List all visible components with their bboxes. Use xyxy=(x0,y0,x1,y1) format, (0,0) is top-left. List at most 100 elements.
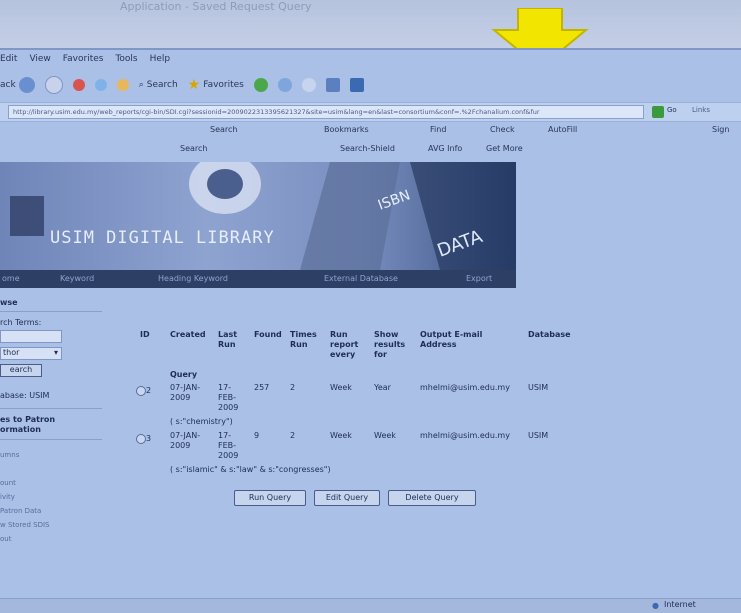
links-label[interactable]: Links xyxy=(692,106,710,114)
mail-icon[interactable] xyxy=(301,78,316,92)
library-title: USIM DIGITAL LIBRARY xyxy=(50,228,275,248)
toolbar2-autofill[interactable]: AutoFill xyxy=(548,125,577,134)
header-times-run: Times Run xyxy=(290,330,317,349)
media-icon[interactable] xyxy=(253,78,268,92)
menu-help[interactable]: Help xyxy=(150,54,171,68)
favorites-button[interactable]: ★ Favorites xyxy=(188,77,244,93)
forward-icon[interactable] xyxy=(44,76,63,94)
address-input[interactable]: http://library.usim.edu.my/web_reports/c… xyxy=(8,105,644,119)
row-times-run: 2 xyxy=(290,431,296,440)
search-terms-label: rch Terms: xyxy=(0,318,42,327)
row-id: 2 xyxy=(146,386,152,395)
row-found: 9 xyxy=(254,431,260,440)
row-show-for: Week xyxy=(374,431,396,440)
back-button[interactable]: ack xyxy=(0,77,35,93)
row-times-run: 2 xyxy=(290,383,296,392)
database-label: abase: USIM xyxy=(0,391,50,400)
google-toolbar: Search Bookmarks Find Check AutoFill Sig… xyxy=(0,123,741,139)
status-bar: ● Internet xyxy=(0,598,741,613)
sidebar-link-columns[interactable]: umns xyxy=(0,448,108,462)
header-database: Database xyxy=(528,330,571,339)
standard-toolbar: ack ⌕ Search ★ Favorites xyxy=(0,74,741,96)
history-icon[interactable] xyxy=(277,78,292,92)
menu-favorites[interactable]: Favorites xyxy=(63,54,104,68)
print-icon[interactable] xyxy=(325,78,340,92)
star-icon: ★ xyxy=(187,77,201,93)
row-run-every: Week xyxy=(330,431,352,440)
toolbar3-search[interactable]: Search xyxy=(180,144,207,153)
run-query-button[interactable]: Run Query xyxy=(234,490,306,506)
edit-icon[interactable] xyxy=(349,78,364,92)
search-icon: ⌕ xyxy=(138,80,144,90)
library-banner: DATA ISBN USIM DIGITAL LIBRARY xyxy=(0,162,516,270)
go-icon[interactable] xyxy=(652,106,664,118)
edit-query-button[interactable]: Edit Query xyxy=(314,490,380,506)
slide-header: Application - Saved Request Query xyxy=(0,0,741,48)
nav-keyword[interactable]: Keyword xyxy=(60,274,94,283)
favorites-label: Favorites xyxy=(203,80,244,90)
toolbar2-sign[interactable]: Sign xyxy=(712,125,729,134)
row-run-every: Week xyxy=(330,383,352,392)
header-email: Output E-mail Address xyxy=(420,330,483,349)
stop-icon[interactable] xyxy=(72,79,85,91)
nav-external-database[interactable]: External Database xyxy=(324,274,398,283)
row-database: USIM xyxy=(528,431,549,440)
search-button[interactable]: ⌕ Search xyxy=(139,80,178,90)
header-id: ID xyxy=(140,330,150,339)
row-created: 07-JAN-2009 xyxy=(170,383,201,402)
toolbar2-bookmarks[interactable]: Bookmarks xyxy=(324,125,369,134)
header-created: Created xyxy=(170,330,206,339)
row-email: mhelmi@usim.edu.my xyxy=(420,383,510,392)
patron-info-heading: es to Patron ormation xyxy=(0,415,56,434)
sidebar: wse rch Terms: thor ▾ earch abase: USIM … xyxy=(0,296,108,546)
security-zone: Internet xyxy=(664,600,696,609)
row-id: 3 xyxy=(146,434,152,443)
row-email: mhelmi@usim.edu.my xyxy=(420,431,510,440)
toolbar3-avg-info[interactable]: AVG Info xyxy=(428,144,462,153)
toolbar2-find[interactable]: Find xyxy=(430,125,446,134)
nav-export[interactable]: Export xyxy=(466,274,492,283)
sidebar-link-stored-sdis[interactable]: w Stored SDIS xyxy=(0,518,108,532)
row-query: ( s:"chemistry") xyxy=(170,417,233,426)
sidebar-link-activity[interactable]: ivity xyxy=(0,490,108,504)
header-found: Found xyxy=(254,330,282,339)
sidebar-search-button[interactable]: earch xyxy=(0,364,42,377)
row-last-run: 17-FEB-2009 xyxy=(218,431,239,460)
sidebar-link-account[interactable]: ount xyxy=(0,476,108,490)
menu-edit[interactable]: Edit xyxy=(0,54,17,68)
row-select-radio[interactable] xyxy=(136,386,146,396)
query-label: Query xyxy=(170,370,198,379)
menu-view[interactable]: View xyxy=(29,54,50,68)
row-last-run: 17-FEB-2009 xyxy=(218,383,239,412)
toolbar2-check[interactable]: Check xyxy=(490,125,515,134)
row-select-radio[interactable] xyxy=(136,434,146,444)
menu-tools[interactable]: Tools xyxy=(115,54,137,68)
sidebar-link-logout[interactable]: out xyxy=(0,532,108,546)
search-field-select[interactable]: thor ▾ xyxy=(0,347,62,360)
toolbar3-get-more[interactable]: Get More xyxy=(486,144,523,153)
address-bar: http://library.usim.edu.my/web_reports/c… xyxy=(0,102,741,122)
slide-caption: Application - Saved Request Query xyxy=(120,0,312,13)
toolbar2-search[interactable]: Search xyxy=(210,125,237,134)
home-icon[interactable] xyxy=(116,79,129,91)
avg-toolbar: Search Search-Shield AVG Info Get More xyxy=(0,142,741,158)
delete-query-button[interactable]: Delete Query xyxy=(388,490,476,506)
toolbar3-search-shield[interactable]: Search-Shield xyxy=(340,144,395,153)
refresh-icon[interactable] xyxy=(94,79,107,91)
banner-graphic: DATA ISBN xyxy=(10,162,516,270)
sidebar-browse-heading: wse xyxy=(0,298,18,307)
header-last-run: Last Run xyxy=(218,330,238,349)
nav-home[interactable]: ome xyxy=(2,274,20,283)
browser-window: Edit View Favorites Tools Help ack ⌕ Sear… xyxy=(0,48,741,613)
search-terms-input[interactable] xyxy=(0,330,62,343)
globe-icon: ● xyxy=(652,601,659,610)
row-created: 07-JAN-2009 xyxy=(170,431,201,450)
header-run-every: Run report every xyxy=(330,330,359,359)
go-label[interactable]: Go xyxy=(667,106,677,114)
sidebar-link-patron-data[interactable]: Patron Data xyxy=(0,504,108,518)
sidebar-link-spacer xyxy=(0,462,108,476)
back-label: ack xyxy=(0,80,16,90)
nav-heading-keyword[interactable]: Heading Keyword xyxy=(158,274,228,283)
main-nav: ome Keyword Heading Keyword External Dat… xyxy=(0,270,516,288)
row-show-for: Year xyxy=(374,383,391,392)
